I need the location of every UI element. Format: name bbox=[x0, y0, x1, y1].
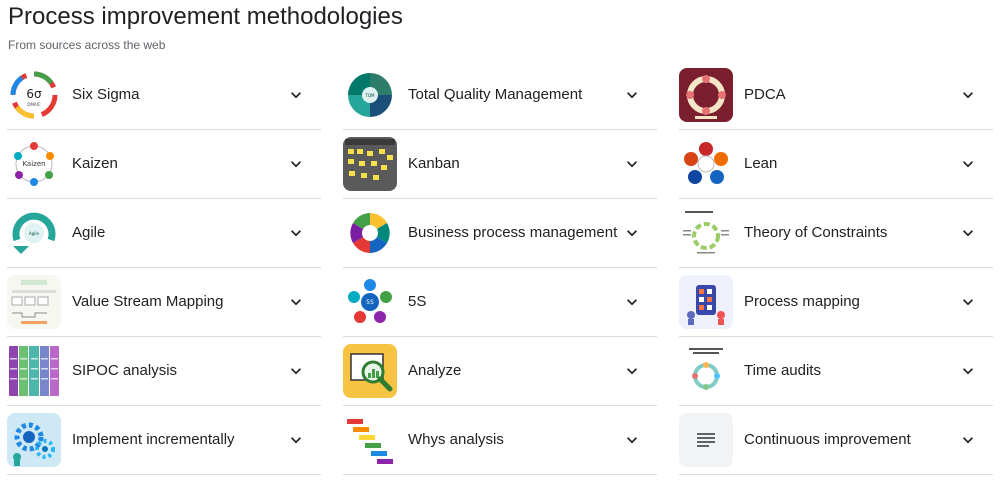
item-label: PDCA bbox=[744, 86, 786, 103]
list-item-5s[interactable]: 5S 5S bbox=[343, 268, 657, 337]
whys-staircase-icon bbox=[343, 413, 397, 467]
svg-text:DMAIC: DMAIC bbox=[27, 102, 40, 107]
list-item-kaizen[interactable]: Kaizen Kaizen bbox=[7, 130, 321, 199]
list-item-process-mapping[interactable]: Process mapping bbox=[679, 268, 993, 337]
chevron-down-icon[interactable] bbox=[958, 361, 978, 381]
chevron-down-icon[interactable] bbox=[286, 223, 306, 243]
item-label: Theory of Constraints bbox=[744, 224, 888, 241]
agile-development-cycle-icon: Agile bbox=[7, 206, 61, 260]
svg-text:5S: 5S bbox=[366, 299, 374, 306]
chevron-down-icon[interactable] bbox=[622, 85, 642, 105]
list-item-lean[interactable]: Lean bbox=[679, 130, 993, 199]
item-label: Continuous improvement bbox=[744, 431, 911, 448]
list-item-value-stream-mapping[interactable]: Value Stream Mapping bbox=[7, 268, 321, 337]
bpm-lifecycle-icon bbox=[343, 206, 397, 260]
sipoc-table-icon bbox=[7, 344, 61, 398]
six-sigma-dmaic-cycle-icon: 6σ DMAIC bbox=[7, 68, 61, 122]
chevron-down-icon[interactable] bbox=[286, 154, 306, 174]
list-item-kanban[interactable]: Kanban bbox=[343, 130, 657, 199]
tqm-circle-icon: TQM bbox=[343, 68, 397, 122]
list-item-pdca[interactable]: PDCA bbox=[679, 61, 993, 130]
list-item-agile[interactable]: Agile Agile bbox=[7, 199, 321, 268]
chevron-down-icon[interactable] bbox=[622, 292, 642, 312]
value-stream-map-icon bbox=[7, 275, 61, 329]
list-item-business-process-management[interactable]: Business process management bbox=[343, 199, 657, 268]
item-label: Kanban bbox=[408, 155, 460, 172]
list-item-whys-analysis[interactable]: Whys analysis bbox=[343, 406, 657, 475]
item-label: Whys analysis bbox=[408, 431, 504, 448]
methodology-grid: 6σ DMAIC Six Sigma TQM Total Quality Man… bbox=[7, 61, 993, 475]
svg-text:TQM: TQM bbox=[364, 93, 375, 98]
chevron-down-icon[interactable] bbox=[622, 361, 642, 381]
item-label: Six Sigma bbox=[72, 86, 140, 103]
analyze-magnifier-icon bbox=[343, 344, 397, 398]
list-item-time-audits[interactable]: Time audits bbox=[679, 337, 993, 406]
text-lines-icon bbox=[679, 413, 733, 467]
list-item-total-quality-management[interactable]: TQM Total Quality Management bbox=[343, 61, 657, 130]
item-label: Value Stream Mapping bbox=[72, 293, 224, 310]
list-item-theory-of-constraints[interactable]: Theory of Constraints bbox=[679, 199, 993, 268]
kaizen-cycle-icon: Kaizen bbox=[7, 137, 61, 191]
svg-text:Kaizen: Kaizen bbox=[22, 160, 45, 168]
item-label: SIPOC analysis bbox=[72, 362, 178, 379]
item-label: 5S bbox=[408, 293, 427, 310]
item-label: Total Quality Management bbox=[408, 86, 583, 103]
chevron-down-icon[interactable] bbox=[622, 154, 642, 174]
process-mapping-illustration-icon bbox=[679, 275, 733, 329]
item-label: Analyze bbox=[408, 362, 462, 379]
list-item-analyze[interactable]: Analyze bbox=[343, 337, 657, 406]
item-label: Business process management bbox=[408, 224, 618, 241]
item-label: Process mapping bbox=[744, 293, 860, 310]
page-subtitle: From sources across the web bbox=[8, 38, 166, 52]
item-label: Implement incrementally bbox=[72, 431, 235, 448]
chevron-down-icon[interactable] bbox=[286, 292, 306, 312]
pdca-cycle-icon bbox=[679, 68, 733, 122]
page-title: Process improvement methodologies bbox=[8, 3, 403, 30]
item-label: Time audits bbox=[744, 362, 821, 379]
chevron-down-icon[interactable] bbox=[958, 154, 978, 174]
chevron-down-icon[interactable] bbox=[622, 430, 642, 450]
time-audit-cycle-icon bbox=[679, 344, 733, 398]
chevron-down-icon[interactable] bbox=[622, 223, 642, 243]
item-label: Kaizen bbox=[72, 155, 118, 172]
item-label: Lean bbox=[744, 155, 778, 172]
list-item-six-sigma[interactable]: 6σ DMAIC Six Sigma bbox=[7, 61, 321, 130]
chevron-down-icon[interactable] bbox=[286, 430, 306, 450]
five-s-circles-icon: 5S bbox=[343, 275, 397, 329]
chevron-down-icon[interactable] bbox=[286, 85, 306, 105]
lean-circles-icon bbox=[679, 137, 733, 191]
svg-text:Agile: Agile bbox=[29, 231, 39, 236]
theory-of-constraints-diagram-icon bbox=[679, 206, 733, 260]
chevron-down-icon[interactable] bbox=[286, 361, 306, 381]
chevron-down-icon[interactable] bbox=[958, 223, 978, 243]
chevron-down-icon[interactable] bbox=[958, 430, 978, 450]
list-item-continuous-improvement[interactable]: Continuous improvement bbox=[679, 406, 993, 475]
svg-text:6σ: 6σ bbox=[26, 87, 42, 101]
chevron-down-icon[interactable] bbox=[958, 292, 978, 312]
list-item-sipoc-analysis[interactable]: SIPOC analysis bbox=[7, 337, 321, 406]
gears-illustration-icon bbox=[7, 413, 61, 467]
kanban-board-icon bbox=[343, 137, 397, 191]
list-item-implement-incrementally[interactable]: Implement incrementally bbox=[7, 406, 321, 475]
chevron-down-icon[interactable] bbox=[958, 85, 978, 105]
item-label: Agile bbox=[72, 224, 106, 241]
